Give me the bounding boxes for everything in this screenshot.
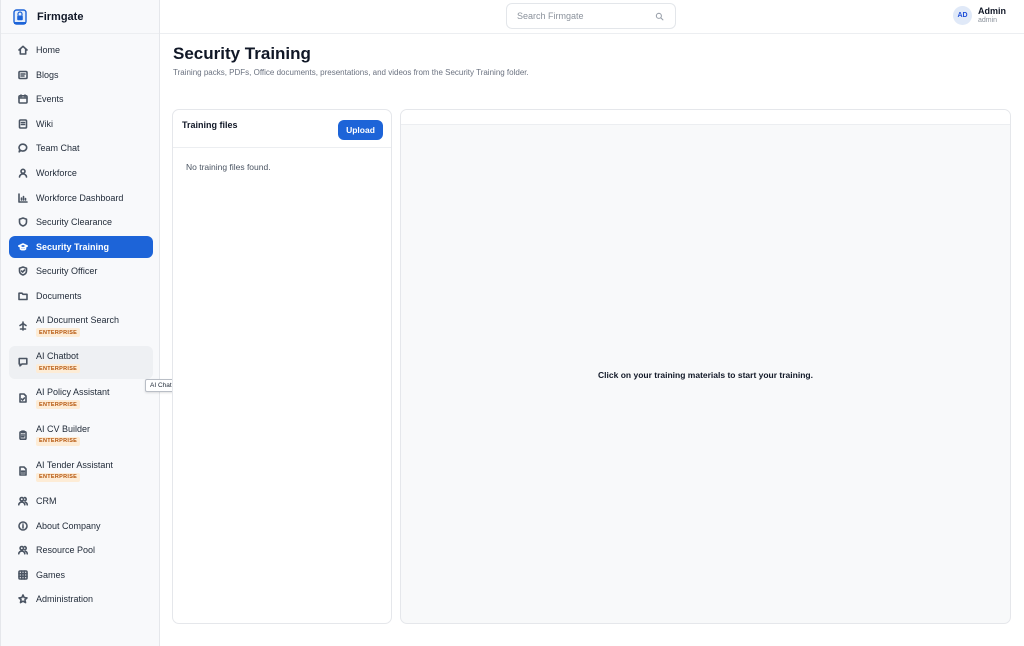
user-role: admin [978, 16, 998, 24]
sidebar-item-blogs[interactable]: Blogs [9, 64, 153, 86]
training-files-panel: Training files Upload No training files … [172, 109, 392, 624]
sidebar-item-label: Workforce [36, 167, 77, 178]
sidebar-nav: Home Blogs Events Wiki Team Chat Workfor… [9, 39, 153, 613]
chat-bubble-icon [17, 143, 28, 154]
sidebar: Firmgate Home Blogs Events Wiki Team Cha… [0, 0, 160, 646]
sidebar-item-security-officer[interactable]: Security Officer [9, 260, 153, 282]
sidebar-item-events[interactable]: Events [9, 88, 153, 110]
sidebar-item-games[interactable]: Games [9, 564, 153, 586]
sidebar-item-team-chat[interactable]: Team Chat [9, 137, 153, 159]
sidebar-item-label: Resource Pool [36, 545, 96, 556]
sidebar-item-ai-chatbot[interactable]: AI Chatbot ENTERPRISE [9, 345, 153, 380]
clipboard-icon [17, 429, 28, 440]
sidebar-item-label: Security Training [36, 241, 110, 252]
enterprise-badge: ENTERPRISE [36, 400, 81, 410]
sidebar-item-ai-tender-assistant[interactable]: AI Tender Assistant ENTERPRISE [9, 454, 153, 488]
page-title: Security Training [173, 44, 311, 63]
shield-check-icon [17, 266, 28, 277]
users-group-icon [17, 545, 28, 556]
training-files-header: Training files Upload [173, 110, 391, 148]
avatar[interactable]: AD [953, 6, 972, 25]
message-icon [17, 357, 28, 368]
brand[interactable]: Firmgate [1, 0, 159, 34]
sidebar-item-ai-document-search[interactable]: AI Document Search ENTERPRISE [9, 310, 153, 344]
sidebar-item-label: Team Chat [36, 143, 80, 154]
viewer-header-strip [401, 110, 1010, 125]
sidebar-item-label: About Company [36, 520, 101, 531]
training-viewer-panel: Click on your training materials to star… [400, 109, 1011, 624]
sidebar-item-label: AI Policy Assistant [36, 387, 110, 398]
search-box[interactable] [506, 3, 676, 29]
user-icon [17, 167, 28, 178]
book-icon [17, 118, 28, 129]
search-input[interactable] [517, 11, 655, 21]
page-subtitle: Training packs, PDFs, Office documents, … [173, 68, 529, 77]
enterprise-badge: ENTERPRISE [36, 436, 81, 446]
sidebar-item-wiki[interactable]: Wiki [9, 113, 153, 135]
sidebar-item-label: Security Clearance [36, 217, 113, 228]
sidebar-item-security-clearance[interactable]: Security Clearance [9, 211, 153, 233]
sidebar-item-workforce[interactable]: Workforce [9, 162, 153, 184]
sidebar-item-about-company[interactable]: About Company [9, 515, 153, 537]
sidebar-item-ai-cv-builder[interactable]: AI CV Builder ENTERPRISE [9, 418, 153, 452]
bar-chart-icon [17, 192, 28, 203]
sidebar-item-administration[interactable]: Administration [9, 588, 153, 610]
sidebar-item-resource-pool[interactable]: Resource Pool [9, 539, 153, 561]
sidebar-item-security-training[interactable]: Security Training [9, 235, 153, 258]
enterprise-badge: ENTERPRISE [36, 472, 81, 482]
sidebar-item-label: Games [36, 569, 66, 580]
sparkle-icon [17, 321, 28, 332]
sidebar-item-label: Administration [36, 594, 94, 605]
document-check-icon [17, 393, 28, 404]
sidebar-item-label: Security Officer [36, 266, 98, 277]
user-name: Admin [978, 6, 1006, 17]
users-icon [17, 496, 28, 507]
sidebar-item-label: Documents [36, 290, 82, 301]
calendar-icon [17, 94, 28, 105]
sidebar-item-documents[interactable]: Documents [9, 285, 153, 307]
sidebar-item-ai-policy-assistant[interactable]: AI Policy Assistant ENTERPRISE [9, 382, 153, 416]
home-icon [17, 45, 28, 56]
sidebar-item-crm[interactable]: CRM [9, 490, 153, 512]
upload-button[interactable]: Upload [338, 120, 383, 140]
sidebar-item-label: Workforce Dashboard [36, 192, 124, 203]
sidebar-item-label: AI Tender Assistant [36, 459, 113, 470]
firmgate-logo-icon [13, 8, 27, 25]
sidebar-item-label: Wiki [36, 118, 53, 129]
sidebar-item-label: Blogs [36, 69, 59, 80]
sidebar-item-home[interactable]: Home [9, 39, 153, 61]
viewer-placeholder-message: Click on your training materials to star… [598, 370, 813, 380]
enterprise-badge: ENTERPRISE [36, 328, 81, 338]
star-icon [17, 594, 28, 605]
training-files-title: Training files [182, 120, 238, 130]
sidebar-item-label: AI Document Search [36, 315, 120, 326]
top-bar: AD Admin admin [160, 0, 1024, 34]
user-meta: Admin admin [978, 6, 1006, 24]
sidebar-item-label: Home [36, 45, 61, 55]
graduation-cap-icon [17, 241, 28, 252]
sidebar-item-label: AI CV Builder [36, 423, 91, 434]
empty-files-message: No training files found. [186, 162, 271, 172]
document-icon [17, 465, 28, 476]
sidebar-item-workforce-dashboard[interactable]: Workforce Dashboard [9, 187, 153, 209]
folder-icon [17, 290, 28, 301]
search-icon[interactable] [655, 12, 664, 21]
sidebar-item-label: Events [36, 94, 64, 105]
sidebar-item-label: AI Chatbot [36, 351, 79, 362]
sidebar-item-label: CRM [36, 496, 57, 506]
shield-icon [17, 217, 28, 228]
enterprise-badge: ENTERPRISE [36, 364, 81, 374]
grid-icon [17, 569, 28, 580]
info-icon [17, 520, 28, 531]
user-menu[interactable]: AD Admin admin [953, 6, 1006, 25]
app-name: Firmgate [37, 10, 84, 23]
blog-icon [17, 69, 28, 80]
